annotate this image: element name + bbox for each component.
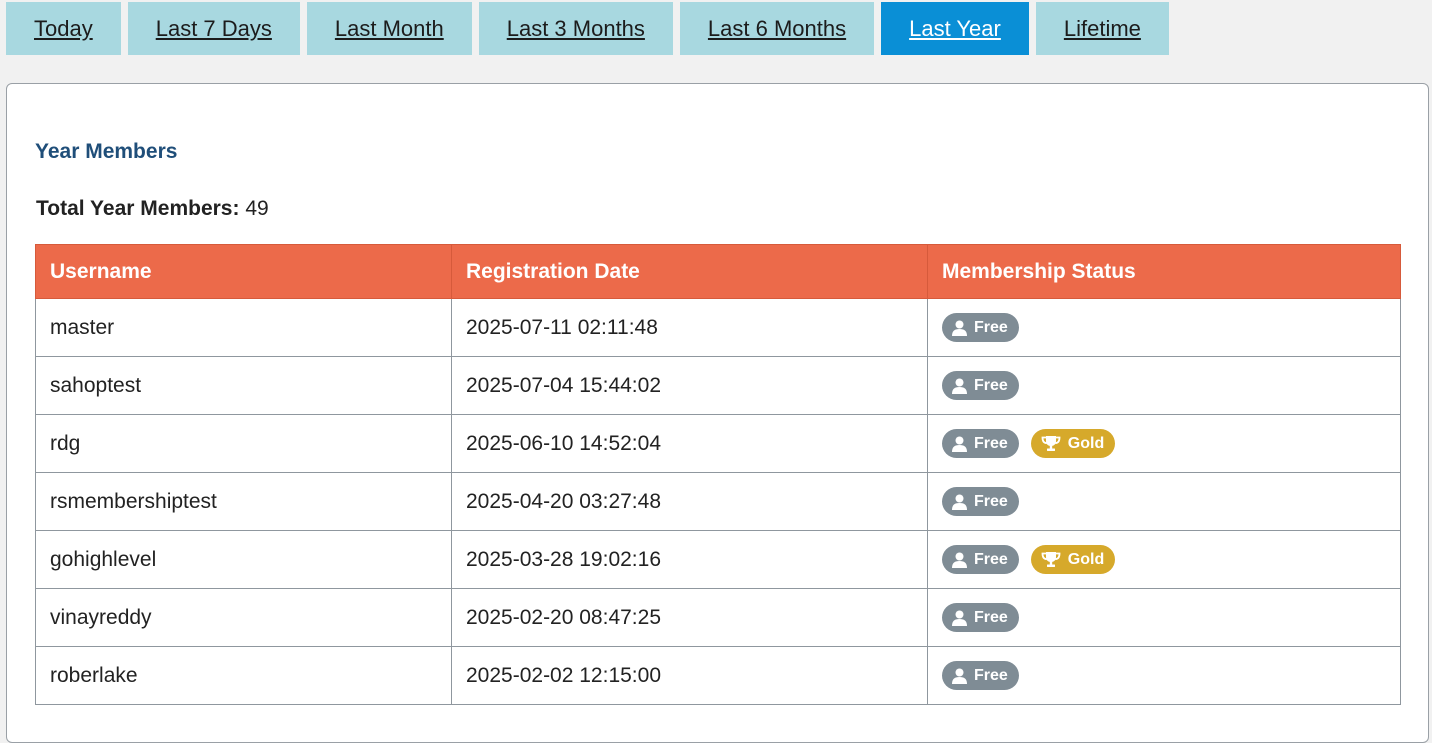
free-badge: Free bbox=[942, 487, 1019, 516]
total-value: 49 bbox=[245, 197, 269, 220]
username-cell: rsmembershiptest bbox=[35, 472, 452, 531]
table-row: rsmembershiptest 2025-04-20 03:27:48 Free bbox=[35, 472, 1401, 531]
badge-label: Free bbox=[974, 608, 1008, 626]
username-cell: sahoptest bbox=[35, 356, 452, 415]
gold-badge: Gold bbox=[1030, 429, 1116, 458]
username-cell: rdg bbox=[35, 414, 452, 473]
badge-label: Free bbox=[974, 492, 1008, 510]
registration-date-cell: 2025-02-02 12:15:00 bbox=[451, 646, 928, 705]
tab-last-month[interactable]: Last Month bbox=[306, 2, 472, 55]
user-icon bbox=[952, 668, 967, 684]
badge-label: Free bbox=[974, 318, 1008, 336]
username-cell: gohighlevel bbox=[35, 530, 452, 589]
tab-lifetime[interactable]: Lifetime bbox=[1035, 2, 1169, 55]
user-icon bbox=[952, 610, 967, 626]
registration-date-cell: 2025-07-04 15:44:02 bbox=[451, 356, 928, 415]
total-members: Total Year Members: 49 bbox=[36, 197, 269, 221]
membership-status-cell: Free Gold bbox=[927, 414, 1401, 473]
username-cell: vinayreddy bbox=[35, 588, 452, 647]
membership-status-cell: Free Gold bbox=[927, 530, 1401, 589]
user-icon bbox=[952, 378, 967, 394]
membership-status-cell: Free bbox=[927, 298, 1401, 357]
table-row: roberlake 2025-02-02 12:15:00 Free bbox=[35, 646, 1401, 705]
header-registration-date: Registration Date bbox=[451, 244, 928, 299]
user-icon bbox=[952, 552, 967, 568]
badge-label: Free bbox=[974, 434, 1008, 452]
free-badge: Free bbox=[942, 313, 1019, 342]
membership-status-cell: Free bbox=[927, 588, 1401, 647]
badge-label: Free bbox=[974, 666, 1008, 684]
registration-date-cell: 2025-04-20 03:27:48 bbox=[451, 472, 928, 531]
tab-last-year[interactable]: Last Year bbox=[881, 2, 1029, 55]
members-card: Year Members Total Year Members: 49 User… bbox=[6, 83, 1429, 743]
table-row: vinayreddy 2025-02-20 08:47:25 Free bbox=[35, 588, 1401, 647]
registration-date-cell: 2025-03-28 19:02:16 bbox=[451, 530, 928, 589]
tab-last-3-months[interactable]: Last 3 Months bbox=[478, 2, 673, 55]
free-badge: Free bbox=[942, 545, 1019, 574]
badge-label: Gold bbox=[1067, 434, 1105, 452]
table-header-row: Username Registration Date Membership St… bbox=[35, 244, 1401, 299]
total-label: Total Year Members: bbox=[36, 197, 240, 220]
trophy-icon bbox=[1041, 552, 1061, 567]
table-row: gohighlevel 2025-03-28 19:02:16 Free Gold bbox=[35, 530, 1401, 589]
period-tabs: Today Last 7 Days Last Month Last 3 Months L… bbox=[6, 2, 1169, 55]
tab-last-7-days[interactable]: Last 7 Days bbox=[127, 2, 300, 55]
gold-badge: Gold bbox=[1030, 545, 1116, 574]
username-cell: roberlake bbox=[35, 646, 452, 705]
badge-label: Free bbox=[974, 376, 1008, 394]
user-icon bbox=[952, 320, 967, 336]
free-badge: Free bbox=[942, 371, 1019, 400]
registration-date-cell: 2025-07-11 02:11:48 bbox=[451, 298, 928, 357]
registration-date-cell: 2025-02-20 08:47:25 bbox=[451, 588, 928, 647]
membership-status-cell: Free bbox=[927, 646, 1401, 705]
table-row: master 2025-07-11 02:11:48 Free bbox=[35, 298, 1401, 357]
header-membership-status: Membership Status bbox=[927, 244, 1401, 299]
badge-label: Free bbox=[974, 550, 1008, 568]
user-icon bbox=[952, 436, 967, 452]
free-badge: Free bbox=[942, 429, 1019, 458]
tab-today[interactable]: Today bbox=[6, 2, 121, 55]
free-badge: Free bbox=[942, 603, 1019, 632]
user-icon bbox=[952, 494, 967, 510]
badge-label: Gold bbox=[1067, 550, 1105, 568]
section-title: Year Members bbox=[35, 140, 178, 163]
table-row: sahoptest 2025-07-04 15:44:02 Free bbox=[35, 356, 1401, 415]
tab-last-6-months[interactable]: Last 6 Months bbox=[679, 2, 875, 55]
membership-status-cell: Free bbox=[927, 472, 1401, 531]
free-badge: Free bbox=[942, 661, 1019, 690]
header-username: Username bbox=[35, 244, 452, 299]
registration-date-cell: 2025-06-10 14:52:04 bbox=[451, 414, 928, 473]
membership-status-cell: Free bbox=[927, 356, 1401, 415]
trophy-icon bbox=[1041, 436, 1061, 451]
members-table: Username Registration Date Membership St… bbox=[35, 244, 1401, 705]
table-row: rdg 2025-06-10 14:52:04 Free Gold bbox=[35, 414, 1401, 473]
username-cell: master bbox=[35, 298, 452, 357]
